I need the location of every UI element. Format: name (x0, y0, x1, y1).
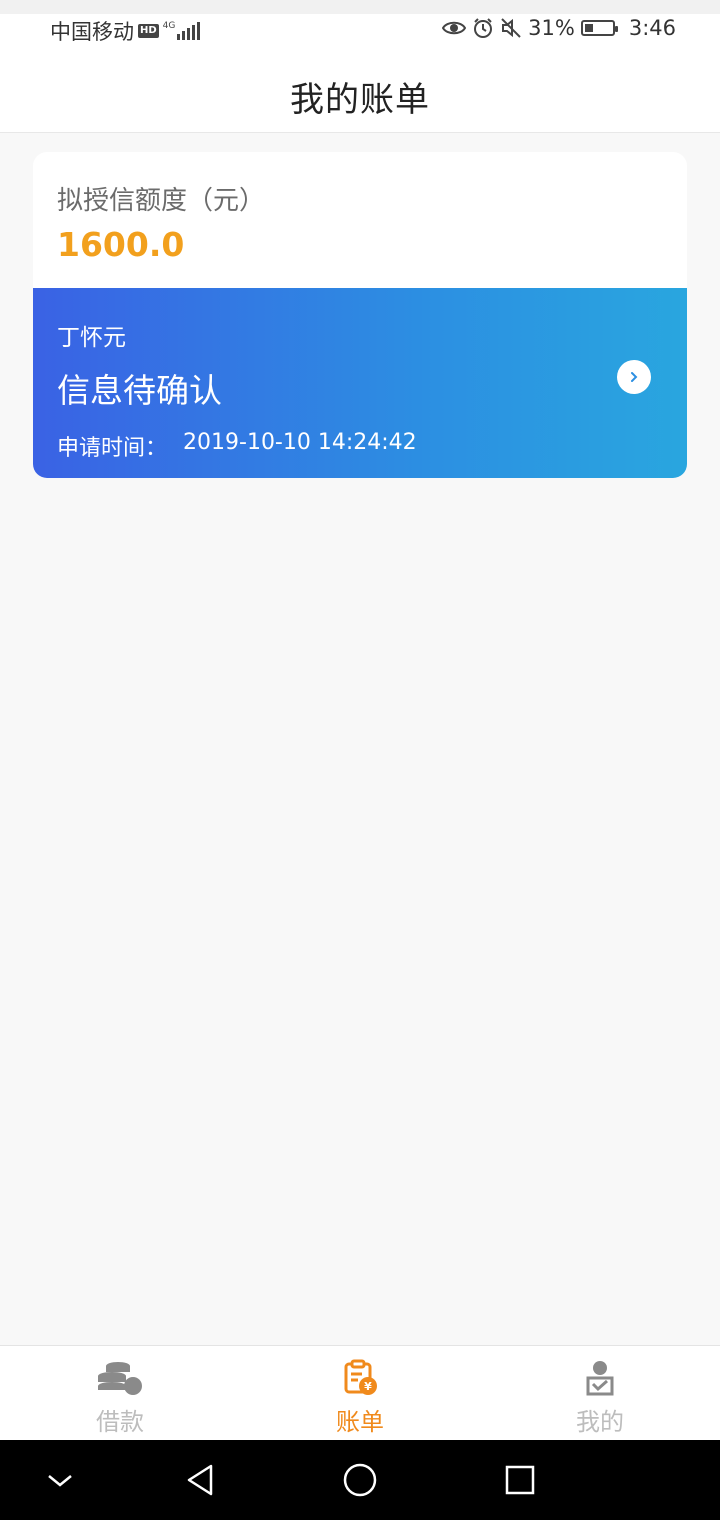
tab-mine-label: 我的 (576, 1408, 624, 1436)
recents-icon[interactable] (500, 1460, 540, 1500)
applicant-name: 丁怀元 (57, 325, 126, 351)
system-nav-bar (0, 1440, 720, 1520)
bottom-tab-bar: 借款 ¥ 账单 我的 (0, 1345, 720, 1441)
tab-bill[interactable]: ¥ 账单 (240, 1346, 480, 1441)
status-icons: 31% 3:46 (442, 16, 676, 40)
credit-value: 1600.0 (57, 225, 185, 264)
bill-card[interactable]: 拟授信额度（元） 1600.0 丁怀元 信息待确认 申请时间： 2019-10-… (33, 152, 687, 478)
page-title: 我的账单 (290, 79, 430, 120)
battery-icon (580, 20, 618, 36)
status-bar: 中国移动 HD 4G 31% 3:46 (0, 0, 720, 60)
network-type: 4G (162, 20, 176, 31)
svg-text:¥: ¥ (364, 1380, 372, 1393)
application-status-panel[interactable]: 丁怀元 信息待确认 申请时间： 2019-10-10 14:24:42 (33, 288, 687, 478)
eye-icon (442, 21, 467, 35)
page-header: 我的账单 (0, 60, 720, 133)
signal-icon (177, 22, 201, 40)
battery-percent: 31% (528, 16, 575, 40)
tab-mine[interactable]: 我的 (480, 1346, 720, 1441)
tab-loan-label: 借款 (96, 1408, 144, 1436)
application-status: 信息待确认 (57, 371, 222, 410)
mute-icon (501, 18, 521, 38)
battery-fill (584, 24, 593, 32)
chevron-right-icon[interactable] (617, 360, 651, 394)
alarm-icon (474, 18, 493, 38)
credit-label: 拟授信额度（元） (57, 186, 266, 216)
hd-badge: HD (138, 24, 159, 38)
carrier-info: 中国移动 HD 4G (50, 16, 201, 46)
profile-icon (586, 1361, 614, 1396)
back-icon[interactable] (180, 1460, 220, 1500)
collapse-icon[interactable] (40, 1460, 80, 1500)
apply-time: 申请时间： 2019-10-10 14:24:42 (57, 430, 663, 462)
tab-loan[interactable]: 借款 (0, 1346, 240, 1441)
apply-time-label: 申请时间： (57, 436, 168, 461)
credit-section: 拟授信额度（元） 1600.0 (33, 152, 687, 288)
tab-bill-label: 账单 (336, 1408, 384, 1436)
bill-icon: ¥ (344, 1359, 377, 1395)
clock: 3:46 (628, 16, 676, 40)
coins-icon (98, 1362, 142, 1395)
carrier-name: 中国移动 (50, 20, 134, 44)
home-icon[interactable] (340, 1460, 380, 1500)
apply-time-value: 2019-10-10 14:24:42 (183, 430, 417, 455)
